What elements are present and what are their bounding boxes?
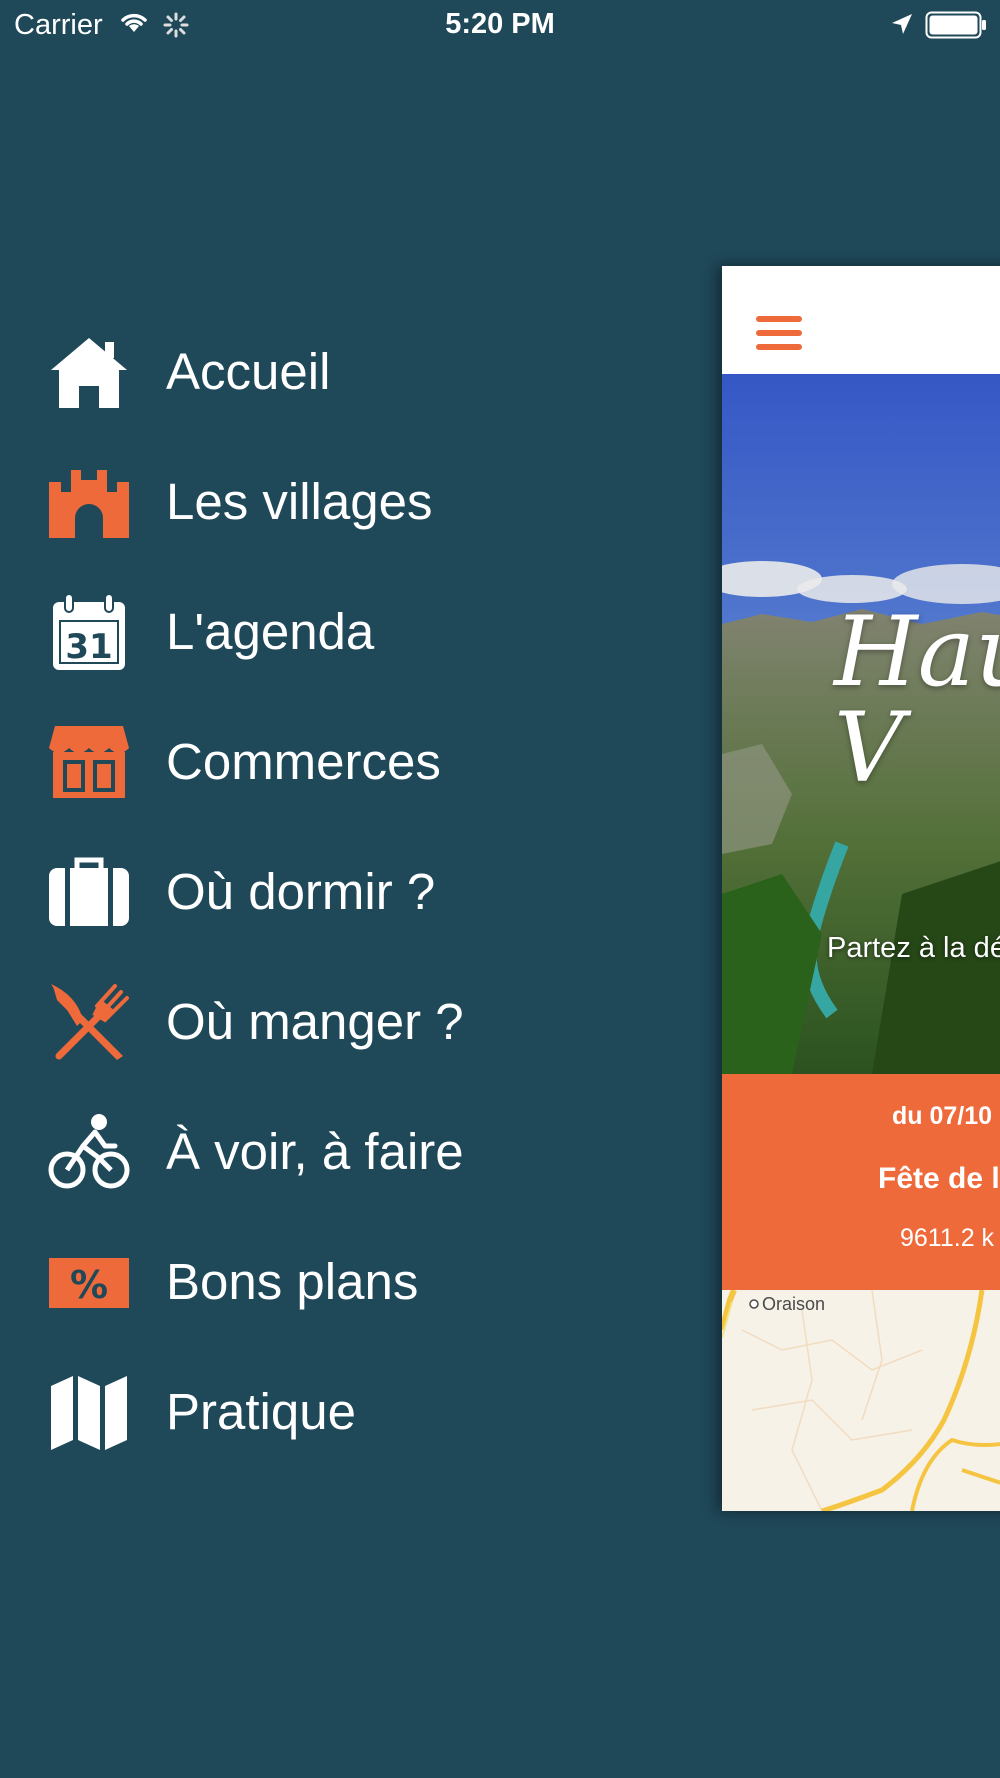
event-title: Fête de l xyxy=(878,1162,1000,1195)
menu-label: Pratique xyxy=(166,1383,356,1440)
clock-label: 5:20 PM xyxy=(445,8,555,40)
map-preview[interactable]: Oraison xyxy=(722,1290,1000,1511)
calendar-icon: 31 xyxy=(53,593,125,670)
menu-label: Accueil xyxy=(166,343,331,400)
map-place-label: Oraison xyxy=(762,1294,826,1314)
menu-item-les-villages[interactable]: Les villages xyxy=(0,448,700,558)
menu-item-l-agenda[interactable]: 31 L'agenda xyxy=(0,578,700,688)
menu-label: Les villages xyxy=(166,473,433,530)
menu-item-pratique[interactable]: Pratique xyxy=(0,1358,700,1468)
hamburger-menu-icon[interactable] xyxy=(756,316,802,354)
menu-label: Commerces xyxy=(166,733,441,790)
svg-text:%: % xyxy=(70,1263,108,1307)
battery-icon xyxy=(925,11,986,39)
event-date: du 07/10 xyxy=(892,1102,993,1130)
castle-icon xyxy=(49,470,129,538)
menu-item-ou-manger[interactable]: Où manger ? xyxy=(0,968,700,1078)
hero-banner: Hau V Partez à la dé xyxy=(722,374,1000,1074)
map-roads xyxy=(722,1290,1000,1511)
menu-label: Bons plans xyxy=(166,1253,419,1310)
svg-text:31: 31 xyxy=(65,627,112,667)
hero-title: Hau V xyxy=(834,596,1000,804)
panel-header xyxy=(722,266,1000,374)
event-distance: 9611.2 k xyxy=(900,1224,995,1252)
status-bar: Carrier 5:20 PM xyxy=(0,0,1000,50)
fork-knife-icon xyxy=(51,984,129,1060)
suitcase-icon xyxy=(49,857,129,926)
menu-label: À voir, à faire xyxy=(166,1123,464,1180)
hero-subtitle: Partez à la dé xyxy=(827,932,1000,964)
menu-item-commerces[interactable]: Commerces xyxy=(0,708,700,818)
map-icon xyxy=(51,1376,127,1450)
location-arrow-icon xyxy=(892,14,912,34)
main-content-panel[interactable]: Hau V Partez à la dé du 07/10 Fête de l … xyxy=(722,266,1000,1511)
menu-item-ou-dormir[interactable]: Où dormir ? xyxy=(0,838,700,948)
menu-label: Où manger ? xyxy=(166,993,464,1050)
percent-icon: % xyxy=(49,1258,129,1308)
menu-label: Où dormir ? xyxy=(166,863,436,920)
cyclist-icon xyxy=(48,1114,130,1189)
menu-item-a-voir-a-faire[interactable]: À voir, à faire xyxy=(0,1098,700,1208)
menu-item-accueil[interactable]: Accueil xyxy=(0,318,700,428)
app-screen: Carrier 5:20 PM Accueil Les villages 31 … xyxy=(0,0,1000,1778)
shop-icon xyxy=(49,726,129,798)
home-icon xyxy=(51,338,127,408)
menu-item-bons-plans[interactable]: % Bons plans xyxy=(0,1228,700,1338)
menu-label: L'agenda xyxy=(166,603,375,660)
event-card[interactable]: du 07/10 Fête de l 9611.2 k xyxy=(722,1074,1000,1290)
